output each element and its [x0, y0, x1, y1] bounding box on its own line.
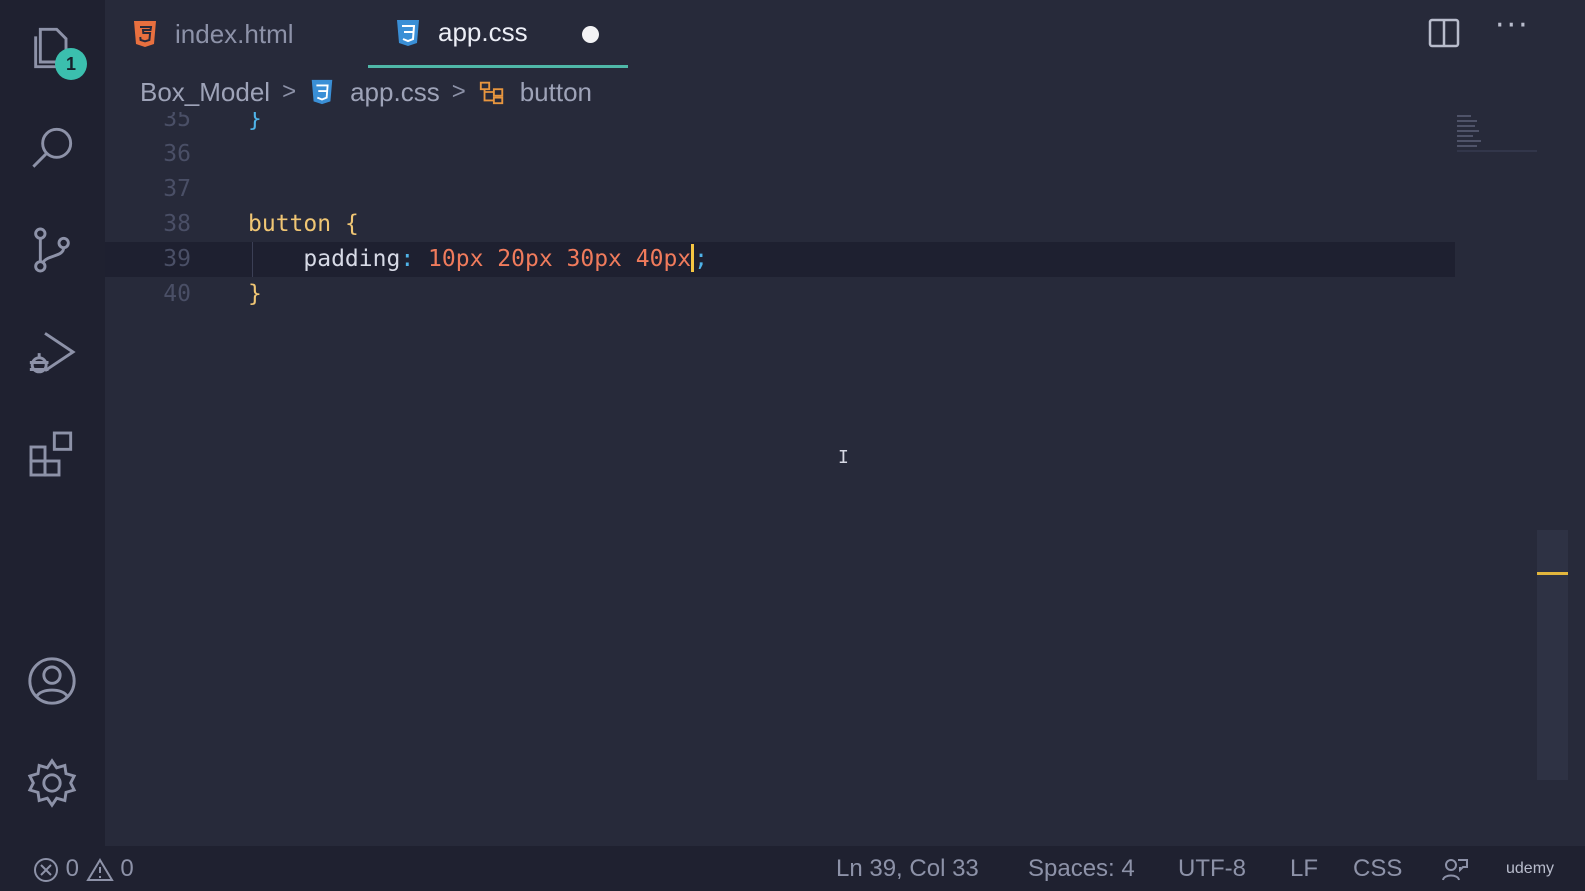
tab-index-html[interactable]: index.html — [130, 0, 294, 68]
search-icon[interactable] — [22, 118, 82, 178]
line-number: 37 — [163, 176, 191, 202]
minimap[interactable] — [1455, 112, 1537, 174]
code-line-current: 39 padding: 10px 20px 30px 40px; — [105, 242, 1455, 277]
line-number: 40 — [163, 281, 191, 307]
scrollbar-cursor-marker — [1537, 572, 1568, 575]
feedback-icon[interactable] — [1440, 846, 1470, 891]
cursor-position[interactable]: Ln 39, Col 33 — [836, 846, 979, 891]
unsaved-dot-icon[interactable] — [582, 26, 599, 43]
css-property: padding — [303, 246, 401, 272]
encoding[interactable]: UTF-8 — [1178, 846, 1246, 891]
indent-guide — [252, 242, 253, 277]
close-brace: } — [248, 281, 262, 307]
explorer-badge: 1 — [55, 48, 87, 80]
error-icon — [34, 857, 58, 882]
code-line: 36 — [105, 137, 1455, 172]
line-number: 36 — [163, 141, 191, 167]
html5-icon — [134, 21, 156, 47]
tab-label: index.html — [175, 18, 294, 49]
breadcrumb: Box_Model > app.css > button — [140, 72, 592, 112]
line-number: 38 — [163, 211, 191, 237]
chevron-right-icon: > — [282, 78, 297, 105]
vertical-scrollbar[interactable] — [1537, 530, 1568, 780]
warning-count: 0 — [120, 855, 134, 882]
code-line: 35 } — [105, 112, 1455, 137]
problems-indicator[interactable]: 0 0 — [33, 846, 134, 891]
error-count: 0 — [65, 855, 80, 882]
chevron-right-icon: > — [451, 78, 466, 105]
mouse-ibeam-icon: I — [838, 447, 849, 468]
semicolon: ; — [694, 246, 709, 272]
warning-icon — [85, 857, 114, 881]
line-number: 35 — [163, 112, 191, 132]
account-icon[interactable] — [22, 651, 82, 711]
code-text: } — [248, 112, 262, 132]
css-value: 10px 20px 30px 40px — [428, 246, 692, 272]
colon: : — [400, 246, 415, 272]
settings-gear-icon[interactable] — [22, 753, 82, 813]
code-editor[interactable]: 35 } 36 37 38 button { 39 padding: 10px … — [105, 112, 1537, 846]
tab-bar: index.html app.css ··· — [105, 0, 1585, 68]
language-mode[interactable]: CSS — [1353, 846, 1402, 891]
status-bar: 0 0 Ln 39, Col 33 Spaces: 4 UTF-8 LF CSS… — [0, 846, 1585, 891]
breadcrumb-symbol[interactable]: button — [520, 77, 592, 108]
run-debug-icon[interactable] — [22, 322, 82, 382]
css3-icon — [397, 19, 419, 46]
source-control-icon[interactable] — [22, 220, 82, 280]
more-actions-icon[interactable]: ··· — [1495, 11, 1535, 50]
code-line: 37 — [105, 172, 1455, 207]
code-line: 38 button { — [105, 207, 1455, 242]
indentation[interactable]: Spaces: 4 — [1028, 846, 1135, 891]
end-of-line[interactable]: LF — [1290, 846, 1318, 891]
code-line: 40 } — [105, 277, 1455, 312]
split-editor-icon[interactable] — [1427, 16, 1461, 50]
udemy-watermark: udemy — [1506, 860, 1555, 877]
css3-icon — [311, 79, 333, 105]
css-selector: button — [248, 211, 332, 237]
activity-bar: 1 — [0, 0, 105, 846]
breadcrumb-folder[interactable]: Box_Model — [140, 77, 270, 108]
symbol-selector-icon — [479, 81, 503, 105]
open-brace: { — [344, 211, 359, 237]
breadcrumb-file[interactable]: app.css — [350, 77, 440, 108]
tab-label: app.css — [438, 17, 528, 47]
line-number: 39 — [163, 246, 191, 272]
extensions-icon[interactable] — [22, 424, 82, 484]
